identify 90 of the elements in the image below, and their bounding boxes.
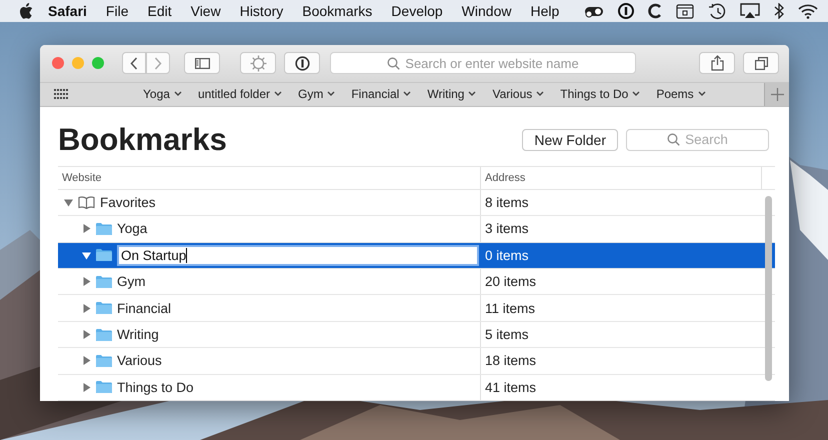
menu-item[interactable]: Develop (382, 3, 452, 19)
airplay-icon[interactable] (740, 3, 760, 19)
disclosure-triangle-right-icon[interactable] (82, 382, 91, 392)
disclosure-triangle-down-icon[interactable] (82, 250, 91, 260)
bookmark-row[interactable]: Things to Do 41 items (58, 374, 775, 401)
page-title: Bookmarks (58, 122, 227, 158)
sidebar-icon (194, 58, 210, 69)
share-button[interactable] (699, 52, 735, 74)
tabs-button[interactable] (743, 52, 779, 74)
folder-icon (96, 276, 112, 288)
menu-item[interactable]: Help (520, 3, 569, 19)
bookmark-name: Favorites (100, 195, 156, 210)
password-manager-icon (294, 56, 310, 71)
item-count: 8 items (485, 195, 529, 210)
menu-item[interactable]: Bookmarks (292, 3, 382, 19)
chevron-right-icon (154, 56, 162, 70)
disclosure-triangle-right-icon[interactable] (82, 224, 91, 234)
search-icon (667, 133, 680, 146)
back-button[interactable] (122, 52, 146, 74)
folder-icon (96, 222, 112, 235)
chevron-down-icon (632, 91, 640, 98)
column-header[interactable]: Website (58, 166, 480, 189)
password-button[interactable] (284, 52, 320, 74)
chevron-down-icon (274, 91, 282, 98)
scrollbar[interactable] (765, 196, 772, 381)
extension-button[interactable] (240, 52, 276, 74)
new-folder-button[interactable]: New Folder (522, 128, 618, 151)
clock-history-icon[interactable] (708, 2, 726, 20)
bookmark-folder-menu[interactable]: Various (484, 87, 552, 102)
disclosure-triangle-right-icon[interactable] (82, 277, 91, 286)
item-count: 18 items (485, 353, 536, 368)
bookmark-folder-menu[interactable]: Yoga (135, 87, 190, 102)
bookmark-name: Various (117, 353, 162, 368)
wifi-icon[interactable] (798, 4, 818, 18)
chevron-down-icon (536, 91, 544, 98)
chevron-down-icon (327, 91, 336, 98)
bookmark-folder-menu[interactable]: Writing (419, 87, 484, 102)
bookmark-name: Financial (117, 300, 172, 316)
folder-icon (96, 328, 112, 341)
plus-icon (770, 88, 784, 101)
bookmark-name: Things to Do (117, 380, 194, 395)
folder-icon (96, 249, 112, 262)
grid-icon[interactable] (54, 88, 69, 100)
apple-logo-icon[interactable] (19, 3, 33, 19)
item-count: 5 items (485, 327, 529, 342)
item-count: 41 items (485, 380, 536, 395)
chevron-down-icon (403, 91, 412, 98)
item-count: 3 items (485, 221, 529, 236)
disclosure-triangle-down-icon[interactable] (64, 198, 73, 208)
bookmark-folder-menu[interactable]: Gym (290, 87, 344, 102)
item-count: 20 items (485, 274, 536, 290)
folder-icon (96, 302, 112, 314)
bookmark-row[interactable]: On Startup 0 items (58, 242, 775, 270)
menu-item[interactable]: File (96, 3, 138, 19)
folder-icon (96, 354, 112, 367)
toggle-icon[interactable] (584, 4, 604, 18)
app-menu[interactable]: Safari (33, 3, 96, 19)
folder-icon (96, 381, 112, 394)
bookmark-name: Gym (117, 274, 146, 290)
password-manager-icon[interactable] (618, 3, 634, 19)
chevron-down-icon (698, 91, 706, 98)
c-letter-icon[interactable] (648, 3, 662, 19)
chevron-left-icon (130, 56, 138, 70)
chevron-down-icon (468, 91, 476, 98)
disclosure-triangle-right-icon[interactable] (82, 356, 91, 366)
bookmark-folder-menu[interactable]: Poems (648, 87, 714, 102)
book-icon (78, 196, 95, 210)
menu-item[interactable]: Window (452, 3, 521, 19)
disclosure-triangle-right-icon[interactable] (82, 304, 91, 313)
search-icon (387, 56, 400, 70)
new-tab-button[interactable] (764, 82, 789, 106)
bookmark-name: Writing (117, 327, 159, 342)
menu-item[interactable]: Edit (138, 3, 182, 19)
bookmark-folder-menu[interactable]: Financial (343, 87, 420, 102)
name-field[interactable]: On Startup (117, 244, 479, 266)
chevron-down-icon (174, 91, 182, 98)
bookmark-folder-menu[interactable]: Things to Do (552, 87, 648, 102)
bookmark-name: Yoga (117, 221, 148, 236)
sidebar-button[interactable] (184, 52, 220, 74)
bookmark-folder-menu[interactable]: untitled folder (190, 87, 290, 102)
item-count: 11 items (485, 300, 536, 316)
item-count: 0 items (485, 248, 529, 263)
menu-item[interactable]: History (230, 3, 293, 19)
bluetooth-icon[interactable] (774, 3, 784, 19)
menu-item[interactable]: View (181, 3, 230, 19)
column-header[interactable]: Address (480, 166, 761, 189)
share-icon (710, 55, 724, 72)
overlapping-squares-icon (754, 56, 768, 70)
disclosure-triangle-right-icon[interactable] (82, 330, 91, 340)
gear-icon (250, 54, 266, 72)
